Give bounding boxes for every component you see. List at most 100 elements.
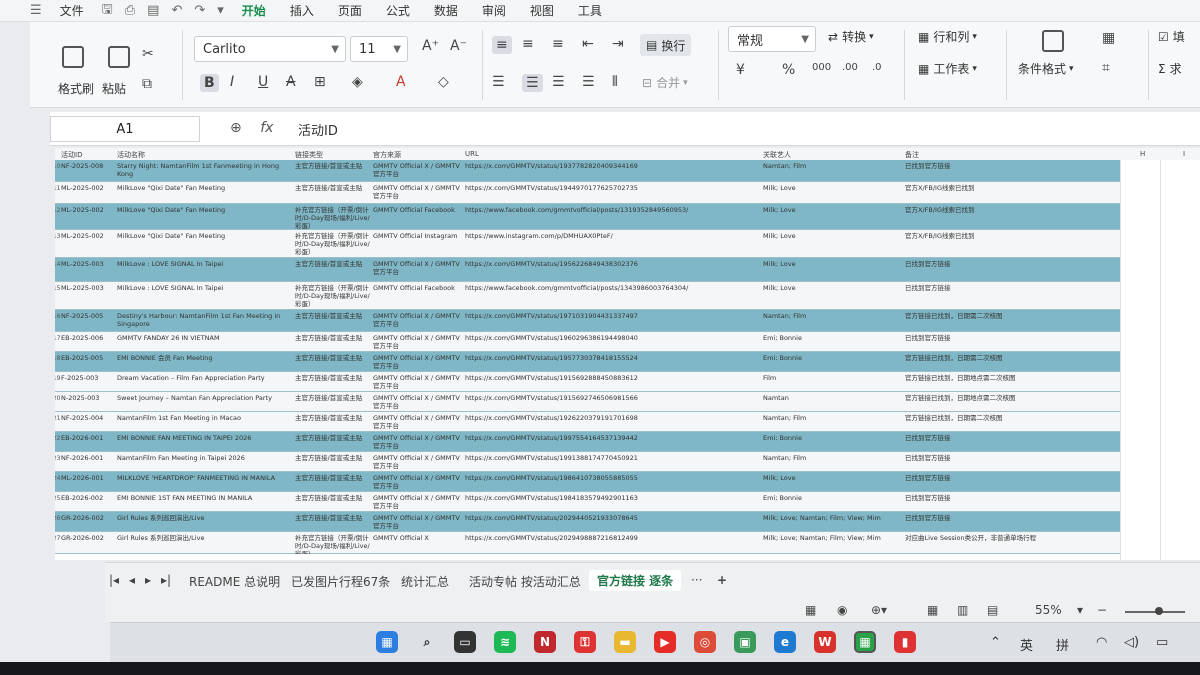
- sheet-tab-official-links[interactable]: 官方链接 逐条: [589, 570, 682, 591]
- cell-id[interactable]: ML-2026-001: [61, 474, 115, 492]
- cell-name[interactable]: Girl Rules 系列巡回演出/Live: [117, 534, 293, 554]
- cell-artist[interactable]: Milk; Love: [763, 474, 903, 492]
- tray-chevron-icon[interactable]: ⌃: [990, 635, 1001, 650]
- cell-note[interactable]: 官方链接已找到，日期地点需二次核图: [905, 374, 1115, 392]
- cell-name[interactable]: Sweet Journey – Namtan Fan Appreciation …: [117, 394, 293, 412]
- row-number[interactable]: 120: [55, 395, 60, 402]
- row-number[interactable]: 114: [55, 261, 60, 268]
- cell-artist[interactable]: Emi; Bonnie: [763, 434, 903, 452]
- cell-id[interactable]: EB-2025-005: [61, 354, 115, 372]
- cell-name[interactable]: GMMTV FANDAY 26 IN VIETNAM: [117, 334, 293, 352]
- cell-type[interactable]: 主官方链接/首宣或主贴: [295, 184, 371, 204]
- cell-note[interactable]: 对应曲Live Session类公开，非普通单场行程: [905, 534, 1115, 554]
- view-mode-icon[interactable]: ▦: [805, 603, 816, 617]
- netflix-icon[interactable]: N: [534, 631, 556, 653]
- cell-artist[interactable]: Emi; Bonnie: [763, 334, 903, 352]
- cell-url[interactable]: https://x.com/GMMTV/status/1997554164537…: [465, 434, 761, 452]
- cell-name[interactable]: MilkLove : LOVE SIGNAL In Taipei: [117, 284, 293, 310]
- cell-note[interactable]: 已找到官方链接: [905, 334, 1115, 352]
- cell-id[interactable]: NF-2026-001: [61, 454, 115, 472]
- red-app-icon[interactable]: ▮: [894, 631, 916, 653]
- start-icon[interactable]: ▦: [376, 631, 398, 653]
- cell-note[interactable]: 官方X/FB/IG线索已找到: [905, 232, 1115, 258]
- align-right-icon[interactable]: ☰: [552, 74, 565, 90]
- cell-artist[interactable]: Milk; Love; Namtan; Film; View; Mim: [763, 514, 903, 532]
- cell-artist[interactable]: Emi; Bonnie: [763, 354, 903, 372]
- decrease-decimal-icon[interactable]: .0: [872, 62, 882, 73]
- cell-name[interactable]: MilkLove "Qixi Date" Fan Meeting: [117, 184, 293, 204]
- normal-view-icon[interactable]: ▦: [927, 603, 938, 617]
- border-icon[interactable]: ⊞: [314, 74, 326, 90]
- cell-id[interactable]: EB-2026-002: [61, 494, 115, 512]
- conditional-format-button[interactable]: 条件格式 ▾: [1018, 60, 1074, 77]
- menu-file[interactable]: 文件: [48, 2, 96, 19]
- spotify-icon[interactable]: ≋: [494, 631, 516, 653]
- youtube-icon[interactable]: ▶: [654, 631, 676, 653]
- cell-url[interactable]: https://x.com/GMMTV/status/1971031904431…: [465, 312, 761, 332]
- cell-artist[interactable]: Milk; Love: [763, 284, 903, 310]
- cell-id[interactable]: NF-2025-005: [61, 312, 115, 332]
- cell-id[interactable]: GR-2026-002: [61, 514, 115, 532]
- format-painter-icon[interactable]: [62, 46, 84, 68]
- cell-type[interactable]: 主官方链接/首宣或主贴: [295, 334, 371, 352]
- tab-data[interactable]: 数据: [422, 2, 470, 19]
- cell-artist[interactable]: Milk; Love: [763, 260, 903, 282]
- cell-note[interactable]: 已找到官方链接: [905, 454, 1115, 472]
- cell-type[interactable]: 主官方链接/首宣或主贴: [295, 374, 371, 392]
- increase-font-icon[interactable]: A⁺: [422, 38, 439, 54]
- cell-artist[interactable]: Namtan; Film: [763, 454, 903, 472]
- spreadsheet-grid[interactable]: 活动ID 活动名称 链接类型 官方来源 URL 关联艺人 备注 H I 110N…: [55, 148, 1200, 560]
- wrap-text-button[interactable]: ▤ 换行: [640, 34, 692, 56]
- conditional-format-icon[interactable]: [1042, 30, 1064, 52]
- cell-type[interactable]: 主官方链接/首宣或主贴: [295, 454, 371, 472]
- decrease-indent-icon[interactable]: ⇤: [582, 36, 594, 52]
- justify-icon[interactable]: ☰: [582, 74, 595, 90]
- zoom-out-icon[interactable]: −: [1097, 603, 1107, 617]
- name-box[interactable]: A1: [50, 116, 200, 142]
- cell-source[interactable]: GMMTV Official X / GMMTV官方平台: [373, 374, 463, 392]
- distributed-icon[interactable]: ⫴: [612, 74, 618, 90]
- clear-format-icon[interactable]: ◇: [438, 74, 449, 90]
- table-row[interactable]: 112ML-2025-002MilkLove "Qixi Date" Fan M…: [55, 204, 1120, 230]
- paste-button[interactable]: 粘贴: [102, 80, 126, 97]
- cell-source[interactable]: GMMTV Official X / GMMTV官方平台: [373, 494, 463, 512]
- header-link-type[interactable]: 链接类型: [295, 150, 323, 160]
- cell-type[interactable]: 补充官方链接（开票/倒计时/D-Day现场/福利/Live/彩蛋）: [295, 206, 371, 230]
- wps-spreadsheet-icon[interactable]: ▦: [854, 631, 876, 653]
- cell-name[interactable]: Girl Rules 系列巡回演出/Live: [117, 514, 293, 532]
- cell-name[interactable]: NamtanFilm 1st Fan Meeting in Macao: [117, 414, 293, 432]
- cell-note[interactable]: 已找到官方链接: [905, 514, 1115, 532]
- cell-source[interactable]: GMMTV Official Facebook: [373, 284, 463, 310]
- worksheet-button[interactable]: ▦ 工作表 ▾: [918, 60, 977, 77]
- cell-url[interactable]: https://x.com/GMMTV/status/2029440521933…: [465, 514, 761, 532]
- cell-id[interactable]: N-2025-003: [61, 394, 115, 412]
- cell-id[interactable]: ML-2025-002: [61, 232, 115, 258]
- cell-url[interactable]: https://x.com/GMMTV/status/1937782820409…: [465, 162, 761, 182]
- row-number[interactable]: 127: [55, 535, 60, 542]
- row-number[interactable]: 124: [55, 475, 60, 482]
- header-source[interactable]: 官方来源: [373, 150, 401, 160]
- cell-id[interactable]: EB-2026-001: [61, 434, 115, 452]
- tab-formula[interactable]: 公式: [374, 2, 422, 19]
- tab-home[interactable]: 开始: [230, 2, 278, 19]
- cell-url[interactable]: https://www.facebook.com/gmmtvofficial/p…: [465, 284, 761, 310]
- table-row[interactable]: 119F-2025-003Dream Vacation – Film Fan A…: [55, 372, 1120, 392]
- table-format-icon[interactable]: ⌗: [1102, 60, 1110, 76]
- sheet-tab-readme[interactable]: README 总说明: [189, 573, 280, 590]
- cell-note[interactable]: 官方链接已找到，日期需二次核图: [905, 354, 1115, 372]
- increase-decimal-icon[interactable]: .00: [842, 62, 858, 73]
- cell-type[interactable]: 主官方链接/首宣或主贴: [295, 434, 371, 452]
- ime-language[interactable]: 英: [1020, 635, 1033, 654]
- first-sheet-icon[interactable]: |◂: [109, 573, 119, 587]
- fill-button[interactable]: ☑ 填: [1158, 28, 1185, 45]
- cell-name[interactable]: Destiny's Harbour: NamtanFilm 1st Fan Me…: [117, 312, 293, 332]
- percent-icon[interactable]: %: [782, 62, 795, 78]
- decrease-font-icon[interactable]: A⁻: [450, 38, 467, 54]
- cell-name[interactable]: MilkLove "Qixi Date" Fan Meeting: [117, 232, 293, 258]
- align-bottom-icon[interactable]: ≡: [552, 36, 564, 52]
- underline-icon[interactable]: U: [258, 74, 268, 90]
- cell-artist[interactable]: Milk; Love: [763, 184, 903, 204]
- row-number[interactable]: 126: [55, 515, 60, 522]
- table-row[interactable]: 121NF-2025-004NamtanFilm 1st Fan Meeting…: [55, 412, 1120, 432]
- cell-note[interactable]: 官方X/FB/IG线索已找到: [905, 206, 1115, 230]
